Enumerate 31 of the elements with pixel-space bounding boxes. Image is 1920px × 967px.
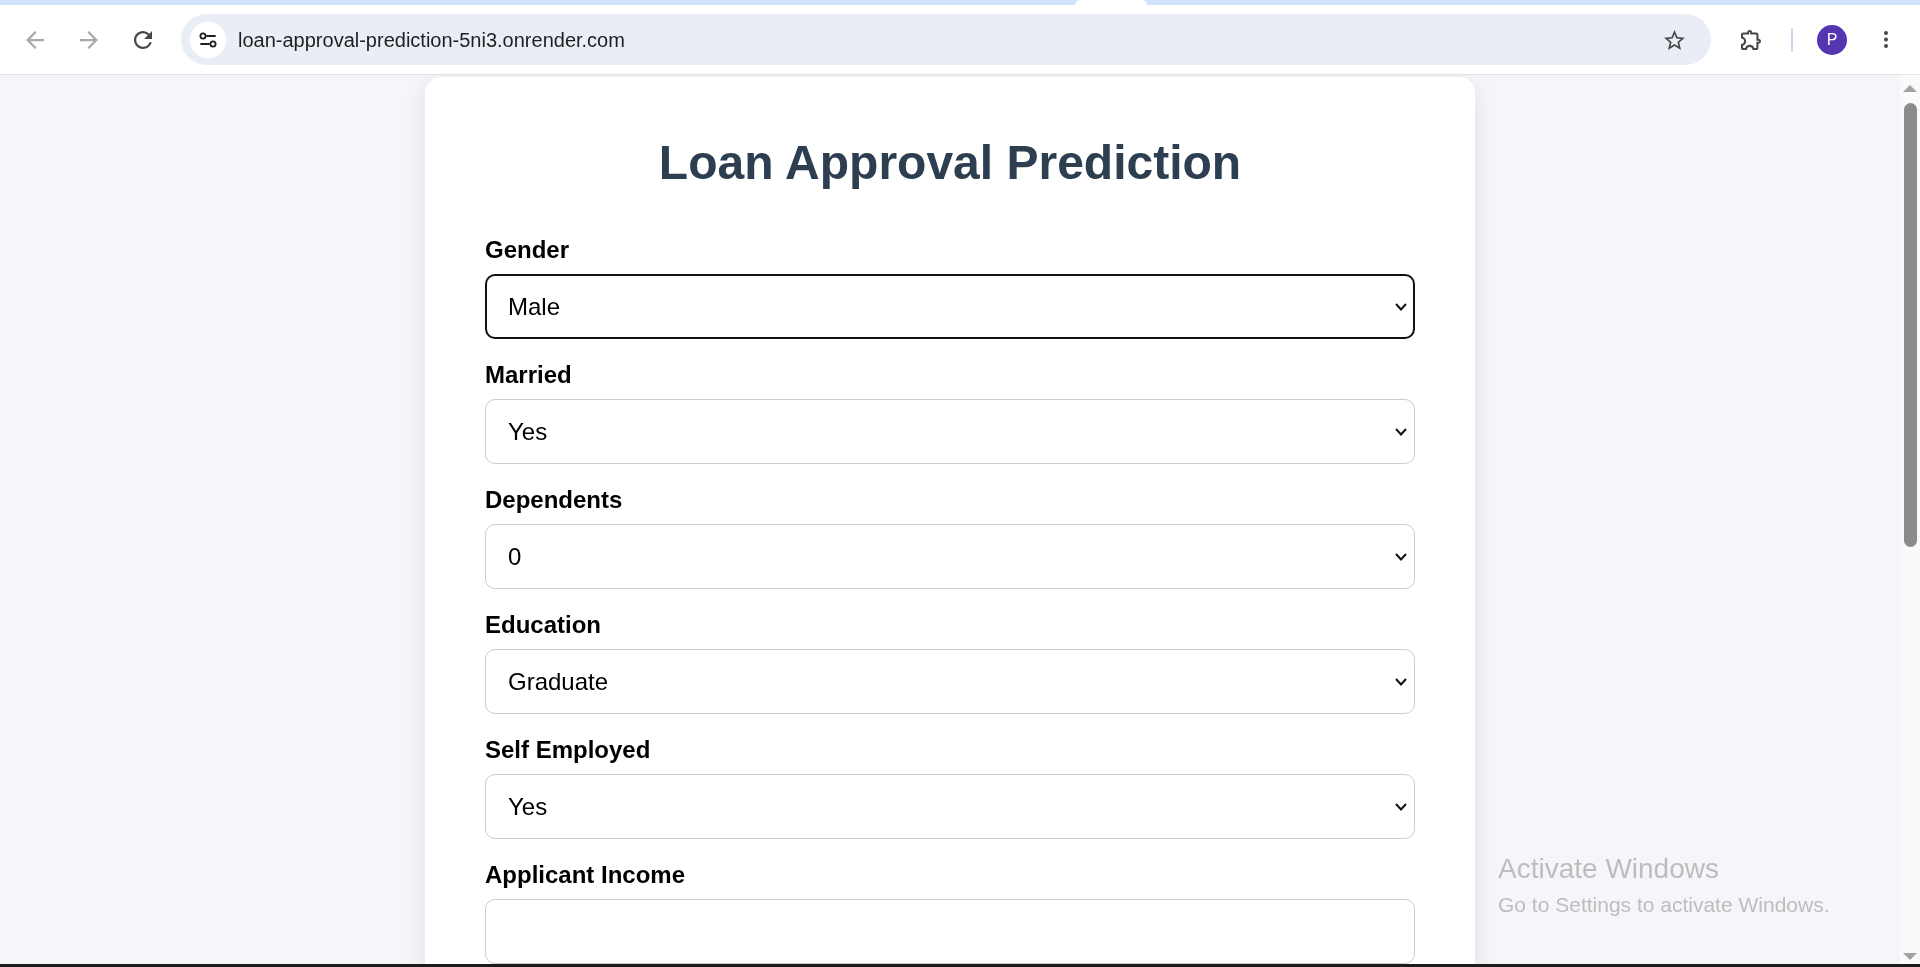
- scrollbar-thumb[interactable]: [1903, 103, 1917, 547]
- url-text: loan-approval-prediction-5ni3.onrender.com: [238, 27, 625, 53]
- reload-icon[interactable]: [134, 30, 152, 49]
- dropdown-select[interactable]: Yes: [485, 399, 1415, 464]
- chevron-down-icon: [1395, 427, 1407, 436]
- dropdown-select[interactable]: Male: [485, 274, 1415, 339]
- chevron-down-icon: [1395, 302, 1407, 311]
- three-dots-menu-icon[interactable]: [1884, 31, 1888, 48]
- profile-avatar[interactable]: P: [1817, 24, 1847, 55]
- field-label: Dependents: [485, 486, 623, 514]
- page-title: Loan Approval Prediction: [657, 135, 1243, 191]
- scroll-up-icon[interactable]: [1903, 85, 1917, 92]
- scroll-down-icon[interactable]: [1903, 953, 1917, 960]
- dropdown-select[interactable]: Yes: [485, 774, 1415, 839]
- dropdown-select[interactable]: Graduate: [485, 649, 1415, 714]
- dropdown-select[interactable]: 0: [485, 524, 1415, 589]
- puzzle-piece-icon[interactable]: [1741, 29, 1761, 50]
- address-bar[interactable]: loan-approval-prediction-5ni3.onrender.com: [181, 14, 1711, 65]
- chevron-down-icon: [1395, 552, 1407, 561]
- field-label: Gender: [485, 236, 570, 264]
- chevron-down-icon: [1395, 802, 1407, 811]
- field-label: Self Employed: [485, 736, 651, 764]
- chevron-down-icon: [1395, 677, 1407, 686]
- text-input-field[interactable]: [485, 899, 1415, 964]
- field-label: Applicant Income: [485, 861, 686, 889]
- field-label: Married: [485, 361, 572, 389]
- field-label: Education: [485, 611, 601, 639]
- star-icon[interactable]: [1664, 29, 1685, 50]
- sliders-icon[interactable]: [190, 21, 226, 58]
- activation-notice-title: Activate Windows: [1498, 853, 1720, 885]
- activation-notice-message: Go to Settings to activate Windows.: [1498, 893, 1830, 917]
